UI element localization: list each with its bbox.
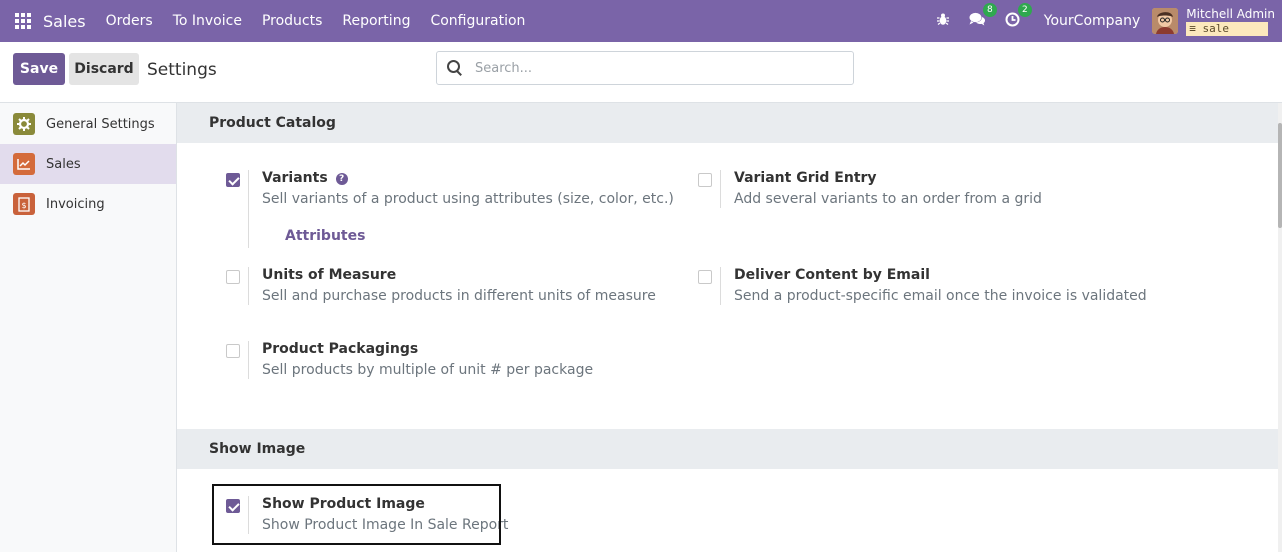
top-navbar: Sales Orders To Invoice Products Reporti… <box>0 0 1282 42</box>
chart-icon <box>13 153 35 175</box>
search-input[interactable] <box>475 60 835 76</box>
uom-checkbox[interactable] <box>226 270 240 284</box>
scrollbar[interactable] <box>1278 103 1282 552</box>
section-show-image-title: Show Image <box>177 429 1278 469</box>
attributes-link[interactable]: Attributes <box>285 228 365 244</box>
menu-reporting[interactable]: Reporting <box>342 13 410 29</box>
menu-to-invoice[interactable]: To Invoice <box>173 13 242 29</box>
setting-divider <box>248 170 249 248</box>
user-name: Mitchell Admin <box>1186 6 1275 21</box>
section-product-catalog-title: Product Catalog <box>177 103 1278 143</box>
debug-bug-icon[interactable] <box>936 13 949 30</box>
setting-description: Sell products by multiple of unit # per … <box>262 362 594 378</box>
setting-description: Sell variants of a product using attribu… <box>262 191 674 207</box>
activities-count-badge: 2 <box>1018 2 1032 17</box>
apps-menu-icon[interactable] <box>15 13 31 29</box>
setting-description: Add several variants to an order from a … <box>734 191 1042 207</box>
svg-text:$: $ <box>21 201 26 210</box>
save-button[interactable]: Save <box>13 53 65 85</box>
setting-description: Sell and purchase products in different … <box>262 288 656 304</box>
page-title: Settings <box>147 60 217 80</box>
setting-name: Units of Measure <box>262 267 397 283</box>
settings-content: Product Catalog Variants? Sell variants … <box>177 103 1278 552</box>
app-name[interactable]: Sales <box>43 12 86 31</box>
variants-label: Variants <box>262 170 328 186</box>
sidebar-item-label: Invoicing <box>46 196 105 212</box>
menu-products[interactable]: Products <box>262 13 322 29</box>
setting-name: Product Packagings <box>262 341 419 357</box>
sidebar-item-label: General Settings <box>46 116 155 132</box>
scrollbar-thumb[interactable] <box>1278 123 1282 228</box>
setting-description: Send a product-specific email once the i… <box>734 288 1147 304</box>
user-avatar[interactable] <box>1152 8 1179 34</box>
company-switcher[interactable]: YourCompany <box>1044 13 1141 29</box>
setting-divider <box>720 170 721 208</box>
database-name: sale <box>1202 21 1230 35</box>
sidebar-item-invoicing[interactable]: $ Invoicing <box>0 184 176 224</box>
help-icon[interactable]: ? <box>335 173 348 185</box>
highlight-box <box>212 484 501 545</box>
discard-button[interactable]: Discard <box>69 53 139 85</box>
menu-orders[interactable]: Orders <box>106 13 153 29</box>
sidebar-item-general-settings[interactable]: General Settings <box>0 104 176 144</box>
variant-grid-checkbox[interactable] <box>698 173 712 187</box>
search-box <box>436 51 854 85</box>
invoice-icon: $ <box>13 193 35 215</box>
messages-icon[interactable]: 8 <box>969 3 997 30</box>
setting-divider <box>720 267 721 305</box>
search-icon <box>447 60 463 76</box>
setting-name: Variants? <box>262 170 348 186</box>
packagings-checkbox[interactable] <box>226 344 240 358</box>
messages-count-badge: 8 <box>983 3 997 17</box>
user-menu[interactable]: Mitchell Admin ≡ sale <box>1186 7 1275 36</box>
settings-sidebar: General Settings Sales $ Invoicing <box>0 103 177 552</box>
sidebar-item-label: Sales <box>46 156 81 172</box>
gear-icon <box>13 113 35 135</box>
setting-name: Deliver Content by Email <box>734 267 930 283</box>
database-badge: ≡ sale <box>1186 21 1269 36</box>
setting-name: Variant Grid Entry <box>734 170 877 186</box>
control-panel: Save Discard Settings <box>0 42 1282 103</box>
menu-configuration[interactable]: Configuration <box>430 13 525 29</box>
setting-divider <box>248 341 249 379</box>
setting-divider <box>248 267 249 305</box>
activities-clock-icon[interactable]: 2 <box>1005 2 1032 31</box>
deliver-email-checkbox[interactable] <box>698 270 712 284</box>
sidebar-item-sales[interactable]: Sales <box>0 144 176 184</box>
variants-checkbox[interactable] <box>226 173 240 187</box>
